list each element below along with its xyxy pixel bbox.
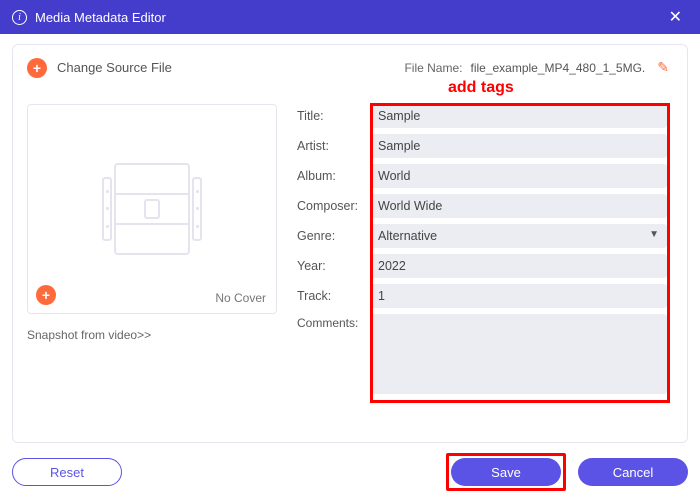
album-label: Album: xyxy=(297,169,370,183)
year-input[interactable] xyxy=(370,254,667,278)
track-input[interactable] xyxy=(370,284,667,308)
composer-label: Composer: xyxy=(297,199,370,213)
footer: Reset Save Cancel xyxy=(12,457,688,487)
reset-button[interactable]: Reset xyxy=(12,458,122,486)
edit-filename-icon[interactable]: ✎ xyxy=(653,57,673,78)
filename-label: File Name: xyxy=(404,61,462,75)
genre-select[interactable] xyxy=(370,224,667,248)
track-label: Track: xyxy=(297,289,370,303)
title-label: Title: xyxy=(297,109,370,123)
no-cover-label: No Cover xyxy=(215,291,266,305)
album-input[interactable] xyxy=(370,164,667,188)
artist-input[interactable] xyxy=(370,134,667,158)
titlebar: i Media Metadata Editor ✕ xyxy=(0,0,700,34)
window-title: Media Metadata Editor xyxy=(35,10,166,25)
annotation-save-highlight: Save xyxy=(446,453,566,491)
film-placeholder-icon xyxy=(102,163,202,255)
save-button[interactable]: Save xyxy=(451,458,561,486)
source-row: + Change Source File File Name: file_exa… xyxy=(27,57,673,78)
comments-label: Comments: xyxy=(297,314,370,394)
change-source-icon[interactable]: + xyxy=(27,58,47,78)
comments-textarea[interactable] xyxy=(370,314,667,394)
cancel-button[interactable]: Cancel xyxy=(578,458,688,486)
cover-preview: + No Cover xyxy=(27,104,277,314)
file-name-section: File Name: file_example_MP4_480_1_5MG. ✎ xyxy=(404,57,673,78)
close-icon[interactable]: ✕ xyxy=(663,3,688,31)
change-source-label[interactable]: Change Source File xyxy=(57,60,172,75)
preview-column: + No Cover Snapshot from video>> xyxy=(27,104,277,394)
annotation-add-tags: add tags xyxy=(448,79,514,97)
add-cover-icon[interactable]: + xyxy=(36,285,56,305)
year-label: Year: xyxy=(297,259,370,273)
main-panel: + Change Source File File Name: file_exa… xyxy=(12,44,688,443)
info-icon: i xyxy=(12,10,27,25)
genre-label: Genre: xyxy=(297,229,370,243)
filename-value: file_example_MP4_480_1_5MG. xyxy=(470,61,645,75)
snapshot-link[interactable]: Snapshot from video>> xyxy=(27,328,277,342)
title-input[interactable] xyxy=(370,104,667,128)
metadata-form: Title: Artist: Album: Composer: Genre: ▼ xyxy=(297,104,673,394)
composer-input[interactable] xyxy=(370,194,667,218)
artist-label: Artist: xyxy=(297,139,370,153)
